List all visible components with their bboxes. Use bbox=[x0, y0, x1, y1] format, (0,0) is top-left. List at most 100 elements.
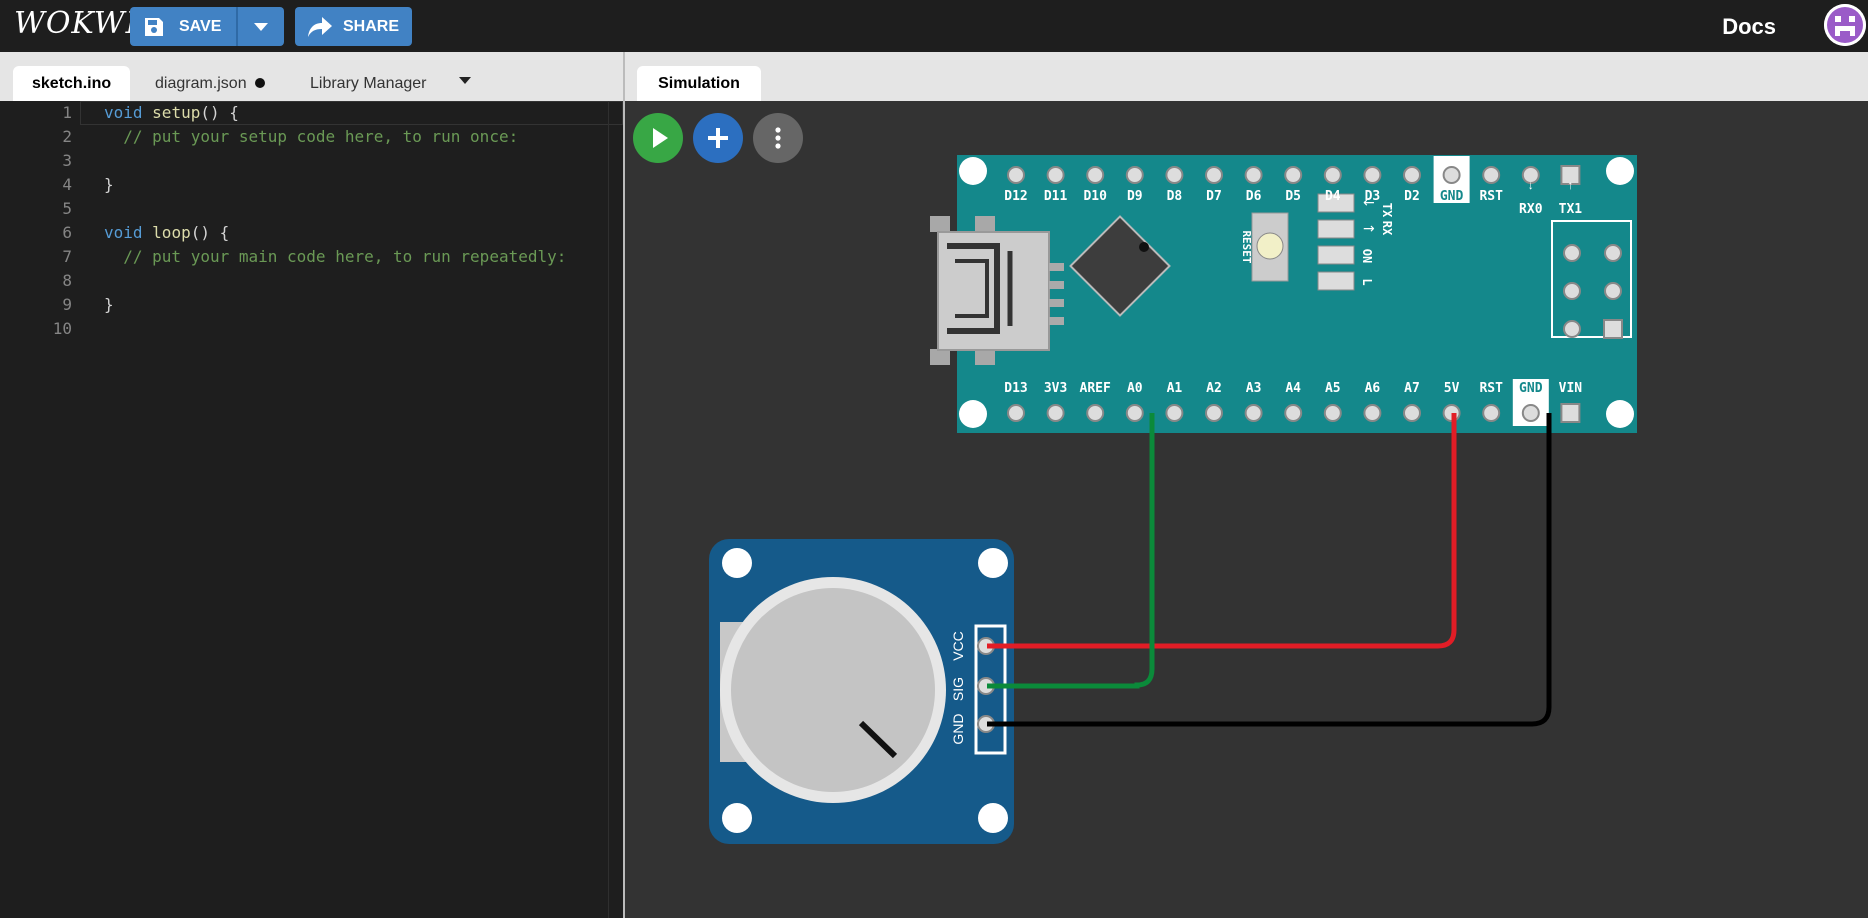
top-pin-d11[interactable] bbox=[1046, 166, 1065, 184]
bottom-pin-a1[interactable] bbox=[1165, 404, 1184, 422]
bottom-pin-label: AREF bbox=[1080, 381, 1111, 396]
top-pin-d2[interactable] bbox=[1403, 166, 1421, 184]
code-editor[interactable]: 1 void setup() { 2 // put your setup code… bbox=[0, 101, 623, 918]
top-pin-d4[interactable] bbox=[1323, 166, 1342, 184]
led-label-on: ON bbox=[1360, 249, 1374, 263]
line-number: 10 bbox=[52, 319, 72, 338]
top-pin-label: D7 bbox=[1206, 189, 1222, 204]
code-line-6: void loop() { bbox=[104, 223, 230, 242]
docs-link[interactable]: Docs bbox=[1722, 14, 1776, 40]
line-number: 2 bbox=[62, 127, 72, 146]
floppy-disk-icon bbox=[145, 18, 163, 36]
top-pin-d10[interactable] bbox=[1086, 166, 1105, 184]
bottom-pin-d13[interactable] bbox=[1007, 404, 1025, 422]
usb-connector bbox=[930, 216, 1064, 365]
top-pin-d5[interactable] bbox=[1284, 166, 1303, 184]
bottom-pin-a7[interactable] bbox=[1403, 404, 1421, 422]
tab-label: Library Manager bbox=[310, 75, 427, 92]
top-pin-label: D5 bbox=[1285, 189, 1301, 204]
bottom-pin-label: RST bbox=[1479, 381, 1503, 396]
top-pin-label: D11 bbox=[1044, 189, 1068, 204]
pot-pin-label-gnd: GND bbox=[950, 713, 966, 744]
reset-label: RESET bbox=[1240, 230, 1253, 263]
top-pin-label: D2 bbox=[1404, 189, 1420, 204]
line-number: 7 bbox=[62, 247, 72, 266]
led-label-l: L bbox=[1360, 278, 1374, 285]
save-options-dropdown[interactable] bbox=[238, 7, 284, 46]
top-pin-label: D8 bbox=[1167, 189, 1183, 204]
wire-gnd-to-gnd[interactable] bbox=[987, 413, 1552, 727]
bottom-pin-label: A3 bbox=[1246, 381, 1262, 396]
bottom-pin-vin[interactable] bbox=[1560, 403, 1581, 423]
potentiometer[interactable]: VCC SIG GND bbox=[709, 539, 1014, 844]
vertical-dots-icon bbox=[775, 127, 781, 149]
top-pin-label: D6 bbox=[1246, 189, 1262, 204]
top-pin-d9[interactable] bbox=[1125, 166, 1144, 184]
bottom-pin-gnd[interactable] bbox=[1521, 404, 1540, 422]
rx-arrow-icon: ↓ bbox=[1528, 178, 1534, 192]
editor-scrollbar[interactable] bbox=[608, 101, 623, 918]
top-pin-gnd[interactable] bbox=[1442, 166, 1461, 184]
bottom-pin-label: 5V bbox=[1444, 381, 1460, 396]
bottom-pin-a6[interactable] bbox=[1363, 404, 1382, 422]
arduino-nano[interactable]: RESET ← → TX RX ON L D12 D11 D10 D9 D8 D7 D6 D5 bbox=[930, 155, 1637, 433]
line-number: 9 bbox=[62, 295, 72, 314]
user-avatar[interactable] bbox=[1824, 4, 1866, 46]
bottom-pin-label: 3V3 bbox=[1044, 381, 1067, 396]
bottom-pin-a0[interactable] bbox=[1125, 404, 1144, 422]
current-line-highlight bbox=[80, 101, 623, 125]
start-simulation-button[interactable] bbox=[633, 113, 683, 163]
caret-down-icon bbox=[254, 23, 268, 31]
top-pin-label: RST bbox=[1479, 189, 1503, 204]
simulation-tabs-bar bbox=[625, 52, 1868, 101]
save-button-label: SAVE bbox=[179, 18, 222, 35]
bottom-pin-label: VIN bbox=[1559, 381, 1583, 396]
bottom-pin-label: D13 bbox=[1004, 381, 1027, 396]
tab-simulation[interactable]: Simulation bbox=[637, 66, 761, 101]
top-pin-rst[interactable] bbox=[1482, 166, 1501, 184]
top-pin-d3[interactable] bbox=[1363, 166, 1382, 184]
bottom-pin-aref[interactable] bbox=[1086, 404, 1105, 422]
line-number: 3 bbox=[62, 151, 72, 170]
top-pin-d12[interactable] bbox=[1007, 166, 1025, 184]
bottom-pin-label: A7 bbox=[1404, 381, 1420, 396]
code-line-9: } bbox=[104, 295, 114, 314]
code-line-2: // put your setup code here, to run once… bbox=[104, 127, 519, 146]
tab-library-manager[interactable]: Library Manager bbox=[291, 66, 446, 101]
tab-sketch-ino[interactable]: sketch.ino bbox=[13, 66, 131, 101]
line-number: 5 bbox=[62, 199, 72, 218]
top-pin-d6[interactable] bbox=[1244, 166, 1263, 184]
wokwi-logo[interactable]: WOKWI bbox=[14, 6, 138, 41]
line-number: 1 bbox=[62, 103, 72, 122]
pot-pin-label-sig: SIG bbox=[950, 677, 966, 701]
wire-vcc-to-5v[interactable] bbox=[987, 413, 1457, 649]
top-bar: WOKWI SAVE SHARE Docs bbox=[0, 0, 1868, 52]
bottom-pin-a5[interactable] bbox=[1323, 404, 1342, 422]
bottom-pin-label: A6 bbox=[1365, 381, 1381, 396]
top-pin-label: D4 bbox=[1325, 189, 1341, 204]
top-pin-label: TX1 bbox=[1559, 202, 1583, 217]
led-label-rx: RX bbox=[1380, 221, 1394, 236]
share-button[interactable]: SHARE bbox=[295, 7, 412, 46]
bottom-pin-rst[interactable] bbox=[1482, 404, 1501, 422]
save-button-group: SAVE bbox=[130, 7, 284, 46]
top-pin-label: RX0 bbox=[1519, 202, 1543, 217]
more-options-button[interactable] bbox=[753, 113, 803, 163]
bottom-pin-a3[interactable] bbox=[1244, 404, 1263, 422]
bottom-pin-label: A0 bbox=[1127, 381, 1143, 396]
bottom-pin-a4[interactable] bbox=[1284, 404, 1303, 422]
add-part-button[interactable] bbox=[693, 113, 743, 163]
avatar-pixel-icon bbox=[1824, 4, 1866, 46]
line-number: 4 bbox=[62, 175, 72, 194]
save-button[interactable]: SAVE bbox=[130, 7, 236, 46]
bottom-pin-a2[interactable] bbox=[1205, 404, 1223, 422]
top-pin-d8[interactable] bbox=[1165, 166, 1184, 184]
plus-icon bbox=[708, 128, 728, 148]
unsaved-dot-icon bbox=[254, 77, 265, 88]
play-icon bbox=[653, 128, 668, 148]
tabs-overflow-caret-icon[interactable] bbox=[458, 76, 472, 86]
led-label-tx: TX bbox=[1380, 203, 1394, 218]
top-pin-d7[interactable] bbox=[1205, 166, 1223, 184]
bottom-pin-3v3[interactable] bbox=[1046, 404, 1065, 422]
tab-diagram-json[interactable]: diagram.json bbox=[136, 66, 284, 101]
